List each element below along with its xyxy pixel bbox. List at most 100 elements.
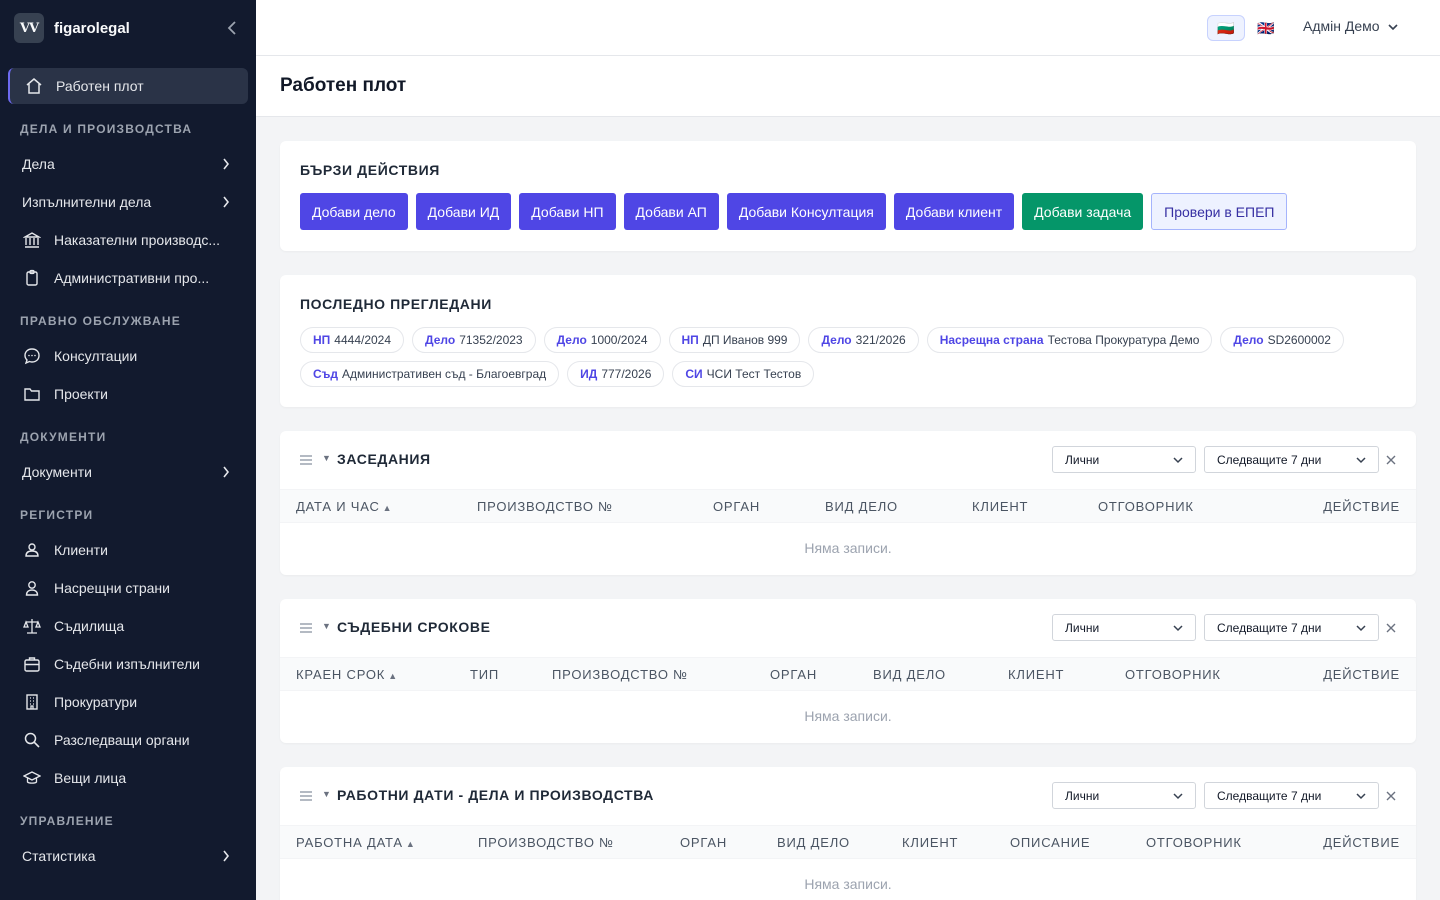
drag-handle-icon[interactable] [300, 791, 312, 801]
add-administrative-button[interactable]: Добави АП [623, 193, 719, 230]
add-task-button[interactable]: Добави задача [1022, 193, 1144, 230]
period-select[interactable]: Следващите 7 дни [1204, 446, 1379, 473]
column-header[interactable]: ОТГОВОРНИК [1098, 499, 1194, 514]
select-value: Следващите 7 дни [1217, 452, 1322, 467]
close-icon [1386, 623, 1396, 633]
column-header[interactable]: ОРГАН [770, 667, 817, 682]
sidebar-item-experts[interactable]: Вещи лица [8, 760, 248, 796]
recent-chip[interactable]: Дело 321/2026 [808, 327, 919, 353]
add-criminal-button[interactable]: Добави НП [519, 193, 616, 230]
empty-state: Няма записи. [804, 708, 892, 724]
sidebar-item-administrative[interactable]: Административни про... [8, 260, 248, 296]
scope-select[interactable]: Лични [1052, 446, 1196, 473]
user-menu[interactable]: Адмін Демо [1303, 18, 1398, 34]
collapse-caret-icon[interactable]: ▼ [322, 453, 331, 463]
add-consultation-button[interactable]: Добави Консултация [726, 193, 886, 230]
select-value: Лични [1065, 620, 1100, 635]
sidebar-item-cases[interactable]: Дела [8, 146, 248, 182]
select-value: Следващите 7 дни [1217, 620, 1322, 635]
column-header[interactable]: ПРОИЗВОДСТВО № [478, 835, 614, 850]
table-header: КРАЕН СРОК ▲ ТИП ПРОИЗВОДСТВО № ОРГАН ВИД… [280, 657, 1416, 691]
sidebar-item-label: Административни про... [54, 270, 210, 286]
brand-logo[interactable]: VV [14, 13, 44, 43]
sidebar-item-projects[interactable]: Проекти [8, 376, 248, 412]
sidebar: VV figarolegal Работен плот ДЕЛА И ПРОИЗ… [0, 0, 256, 900]
sidebar-item-counterparties[interactable]: Насрещни страни [8, 570, 248, 606]
check-epep-button[interactable]: Провери в ЕПЕП [1151, 193, 1288, 230]
sidebar-item-consultations[interactable]: Консултации [8, 338, 248, 374]
column-header[interactable]: КЛИЕНТ [1008, 667, 1064, 682]
brand-name[interactable]: figarolegal [54, 20, 130, 37]
sidebar-item-documents[interactable]: Документи [8, 454, 248, 490]
add-client-button[interactable]: Добави клиент [893, 193, 1015, 230]
chat-icon [22, 346, 42, 366]
drag-handle-icon[interactable] [300, 623, 312, 633]
column-header[interactable]: ВИД ДЕЛО [777, 835, 850, 850]
building-icon [22, 692, 42, 712]
column-header[interactable]: КЛИЕНТ [972, 499, 1028, 514]
sidebar-item-courts[interactable]: Съдилища [8, 608, 248, 644]
scope-select[interactable]: Лични [1052, 614, 1196, 641]
column-header[interactable]: КЛИЕНТ [902, 835, 958, 850]
sidebar-item-label: Проекти [54, 386, 108, 402]
period-select[interactable]: Следващите 7 дни [1204, 614, 1379, 641]
column-header[interactable]: ОРГАН [713, 499, 760, 514]
add-enforcement-button[interactable]: Добави ИД [415, 193, 512, 230]
recent-chip[interactable]: ИД 777/2026 [567, 361, 665, 387]
column-header[interactable]: ОТГОВОРНИК [1125, 667, 1221, 682]
recent-chip[interactable]: Дело SD2600002 [1220, 327, 1344, 353]
period-select[interactable]: Следващите 7 дни [1204, 782, 1379, 809]
sidebar-item-label: Съдилища [54, 618, 125, 634]
column-header[interactable]: ОПИСАНИЕ [1010, 835, 1090, 850]
column-header[interactable]: КРАЕН СРОК ▲ [296, 667, 398, 682]
language-en-button[interactable]: 🇬🇧 [1247, 15, 1285, 41]
clipboard-icon [22, 268, 42, 288]
widget-header: ▼ ЗАСЕДАНИЯ Лични Следващите 7 дни [280, 431, 1416, 489]
chip-value: 4444/2024 [334, 333, 392, 347]
column-header[interactable]: ОТГОВОРНИК [1146, 835, 1242, 850]
sidebar-item-investigators[interactable]: Разследващи органи [8, 722, 248, 758]
sidebar-item-label: Клиенти [54, 542, 108, 558]
recent-chip[interactable]: НП ДП Иванов 999 [668, 327, 801, 353]
sidebar-item-prosecutors[interactable]: Прокуратури [8, 684, 248, 720]
widget-header: ▼ РАБОТНИ ДАТИ - ДЕЛА И ПРОИЗВОДСТВА Лич… [280, 767, 1416, 825]
graduation-cap-icon [22, 768, 42, 788]
widget-header: ▼ СЪДЕБНИ СРОКОВЕ Лични Следващите 7 дни [280, 599, 1416, 657]
column-header[interactable]: ВИД ДЕЛО [825, 499, 898, 514]
column-header[interactable]: ТИП [470, 667, 499, 682]
recent-chip[interactable]: Дело 71352/2023 [412, 327, 536, 353]
column-header[interactable]: ВИД ДЕЛО [873, 667, 946, 682]
recent-chip[interactable]: НП 4444/2024 [300, 327, 405, 353]
sidebar-item-statistics[interactable]: Статистика [8, 838, 248, 874]
language-bg-button[interactable]: 🇧🇬 [1207, 15, 1245, 41]
sidebar-item-label: Разследващи органи [54, 732, 190, 748]
widget-title: РАБОТНИ ДАТИ - ДЕЛА И ПРОИЗВОДСТВА [337, 787, 654, 803]
close-widget-button[interactable] [1385, 450, 1397, 470]
scope-select[interactable]: Лични [1052, 782, 1196, 809]
column-header[interactable]: ПРОИЗВОДСТВО № [552, 667, 688, 682]
sidebar-item-clients[interactable]: Клиенти [8, 532, 248, 568]
close-widget-button[interactable] [1385, 786, 1397, 806]
recent-chip[interactable]: Съд Административен съд - Благоевград [300, 361, 560, 387]
recent-chip[interactable]: Дело 1000/2024 [543, 327, 661, 353]
collapse-sidebar-button[interactable] [222, 18, 242, 38]
recent-chip[interactable]: СИ ЧСИ Тест Тестов [672, 361, 815, 387]
collapse-caret-icon[interactable]: ▼ [322, 789, 331, 799]
drag-handle-icon[interactable] [300, 455, 312, 465]
recent-chip[interactable]: Насрещна страна Тестова Прокуратура Демо [926, 327, 1213, 353]
column-header[interactable]: РАБОТНА ДАТА ▲ [296, 835, 416, 850]
column-header[interactable]: ДАТА И ЧАС ▲ [296, 499, 392, 514]
column-header[interactable]: ПРОИЗВОДСТВО № [477, 499, 613, 514]
sidebar-item-criminal[interactable]: Наказателни производс... [8, 222, 248, 258]
sidebar-item-dashboard[interactable]: Работен плот [8, 68, 248, 104]
chevron-right-icon [218, 156, 234, 172]
sidebar-item-enforcement[interactable]: Изпълнителни дела [8, 184, 248, 220]
close-widget-button[interactable] [1385, 618, 1397, 638]
add-case-button[interactable]: Добави дело [300, 193, 408, 230]
chip-type: Съд [313, 367, 339, 381]
column-header[interactable]: ОРГАН [680, 835, 727, 850]
sidebar-item-bailiffs[interactable]: Съдебни изпълнители [8, 646, 248, 682]
collapse-caret-icon[interactable]: ▼ [322, 621, 331, 631]
sidebar-item-label: Съдебни изпълнители [54, 656, 200, 672]
chip-type: СИ [685, 367, 703, 381]
